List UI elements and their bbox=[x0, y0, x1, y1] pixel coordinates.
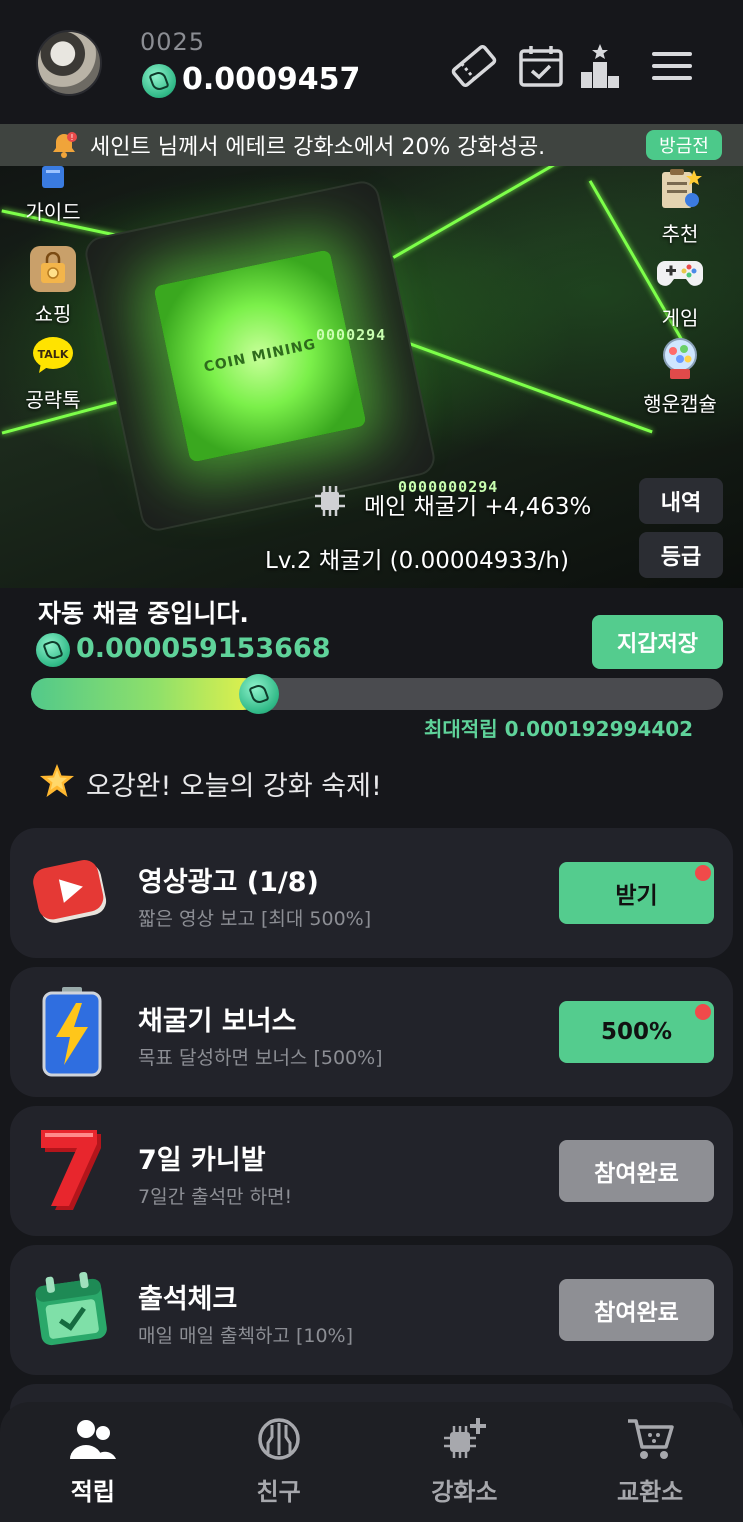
card-subtitle: 짧은 영상 보고 [최대 500%] bbox=[138, 908, 372, 930]
nav-exchange[interactable]: 교환소 bbox=[557, 1402, 743, 1522]
talk-icon: TALK bbox=[30, 332, 76, 378]
balance-value: 0.0009457 bbox=[182, 62, 361, 97]
lucky-capsule-button[interactable]: 행운캡슐 bbox=[630, 336, 730, 417]
seven-icon bbox=[32, 1126, 112, 1216]
guide-button[interactable]: 가이드 bbox=[3, 166, 103, 225]
star-icon bbox=[38, 762, 76, 804]
card-title: 출석체크 bbox=[138, 1284, 238, 1315]
capsule-machine-icon bbox=[657, 336, 703, 382]
progress-fill bbox=[31, 678, 260, 710]
guide-book-icon bbox=[30, 166, 76, 190]
miner-chip-icon bbox=[312, 484, 350, 518]
nav-friends[interactable]: 친구 bbox=[186, 1402, 372, 1522]
game-button[interactable]: 게임 bbox=[630, 250, 730, 331]
calendar-check-icon[interactable] bbox=[515, 40, 567, 92]
username: 0025 bbox=[140, 28, 206, 56]
battery-bolt-icon bbox=[32, 987, 112, 1077]
participated-button[interactable]: 참여완료 bbox=[559, 1279, 714, 1341]
svg-text:TALK: TALK bbox=[38, 348, 69, 361]
ticket-icon[interactable] bbox=[448, 40, 500, 92]
avatar[interactable] bbox=[36, 30, 102, 96]
shopping-bag-icon bbox=[30, 246, 76, 292]
recommend-button[interactable]: 추천 bbox=[630, 166, 730, 247]
mining-hero: COIN MINING 0000294 0000000294 가이드 쇼핑 TA… bbox=[0, 166, 743, 588]
time-badge: 방금전 bbox=[646, 130, 722, 160]
video-play-icon bbox=[32, 848, 112, 938]
card-subtitle: 목표 달성하면 보너스 [500%] bbox=[138, 1047, 383, 1069]
mission-card-7day-carnival: 7일 카니발 7일간 출석만 하면! 참여완료 bbox=[10, 1106, 733, 1236]
save-to-wallet-button[interactable]: 지갑저장 bbox=[592, 615, 723, 669]
card-title: 채굴기 보너스 bbox=[138, 1006, 297, 1037]
nav-earn[interactable]: 적립 bbox=[0, 1402, 186, 1522]
people-icon bbox=[68, 1414, 118, 1464]
miner-level: Lv.2 채굴기 (0.00004933/h) bbox=[265, 548, 569, 574]
upgrade-chip-icon bbox=[439, 1414, 489, 1464]
card-title: 영상광고 (1/8) bbox=[138, 867, 319, 898]
coin-icon bbox=[142, 64, 176, 98]
svg-text:!: ! bbox=[70, 133, 73, 142]
talk-button[interactable]: TALK 공략톡 bbox=[3, 332, 103, 413]
cart-icon bbox=[625, 1414, 675, 1464]
festival-heading: 오강완! 오늘의 강화 숙제! bbox=[38, 762, 382, 804]
card-subtitle: 7일간 출석만 하면! bbox=[138, 1186, 293, 1208]
ranking-icon[interactable] bbox=[574, 40, 626, 92]
notice-text: 세인트 님께서 에테르 강화소에서 20% 강화성공. bbox=[90, 135, 546, 160]
bottom-navigation: 적립 친구 강화소 교환소 bbox=[0, 1402, 743, 1522]
main-miner-bonus: 메인 채굴기 +4,463% bbox=[364, 494, 592, 520]
mission-card-miner-bonus: 채굴기 보너스 목표 달성하면 보너스 [500%] 500% bbox=[10, 967, 733, 1097]
mining-value: 0.000059153668 bbox=[76, 633, 331, 664]
grade-button[interactable]: 등급 bbox=[639, 532, 723, 578]
gamepad-icon bbox=[657, 250, 703, 296]
recommend-clipboard-icon bbox=[657, 166, 703, 212]
cpu-core: COIN MINING bbox=[153, 249, 367, 463]
shopping-button[interactable]: 쇼핑 bbox=[3, 246, 103, 327]
circuit-trace bbox=[392, 166, 568, 259]
circuit-trace bbox=[407, 341, 653, 434]
app-header: 0025 0.0009457 bbox=[0, 0, 743, 124]
attendance-calendar-icon bbox=[32, 1265, 112, 1355]
receive-button[interactable]: 받기 bbox=[559, 862, 714, 924]
card-title: 7일 카니발 bbox=[138, 1145, 266, 1176]
bonus-button[interactable]: 500% bbox=[559, 1001, 714, 1063]
max-accumulation: 최대적립 0.000192994402 bbox=[424, 717, 694, 741]
mission-card-attendance: 출석체크 매일 매일 출첵하고 [10%] 참여완료 bbox=[10, 1245, 733, 1375]
notification-dot bbox=[695, 865, 711, 881]
menu-icon[interactable] bbox=[646, 40, 698, 92]
nav-upgrade[interactable]: 강화소 bbox=[372, 1402, 558, 1522]
card-subtitle: 매일 매일 출첵하고 [10%] bbox=[138, 1325, 354, 1347]
festival-text: 오강완! 오늘의 강화 숙제! bbox=[86, 770, 382, 802]
notification-dot bbox=[695, 1004, 711, 1020]
bell-icon: ! bbox=[50, 131, 78, 159]
mission-card-video-ad: 영상광고 (1/8) 짧은 영상 보고 [최대 500%] 받기 bbox=[10, 828, 733, 958]
hero-number: 0000294 bbox=[316, 326, 387, 344]
mining-progress-bar bbox=[31, 678, 723, 710]
participated-button[interactable]: 참여완료 bbox=[559, 1140, 714, 1202]
history-button[interactable]: 내역 bbox=[639, 478, 723, 524]
mining-status: 자동 채굴 중입니다. bbox=[38, 599, 249, 628]
circuit-icon bbox=[254, 1414, 304, 1464]
progress-coin-icon bbox=[239, 674, 280, 714]
notice-bar[interactable]: ! 세인트 님께서 에테르 강화소에서 20% 강화성공. 방금전 bbox=[0, 124, 743, 166]
coin-icon bbox=[36, 633, 70, 667]
